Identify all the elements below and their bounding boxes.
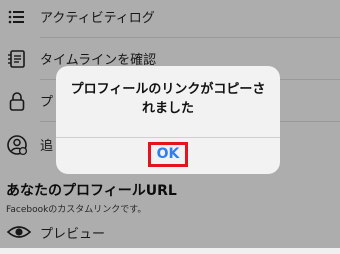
dialog-divider <box>56 137 280 138</box>
ok-button[interactable]: OK <box>148 142 188 167</box>
dialog-message: プロフィールのリンクがコピーされました <box>70 82 266 116</box>
link-copied-dialog: プロフィールのリンクがコピーされました OK <box>56 66 280 174</box>
